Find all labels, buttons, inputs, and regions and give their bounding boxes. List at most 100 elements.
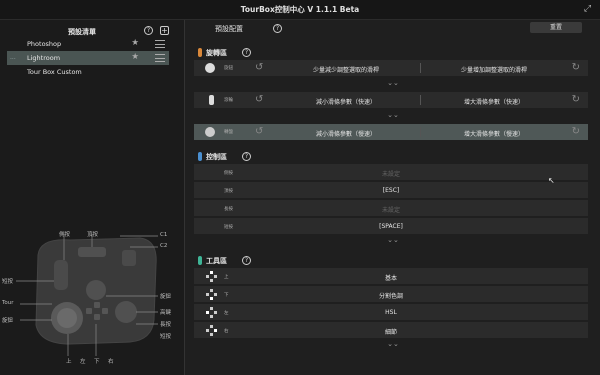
divider: [420, 127, 421, 137]
drag-handle-icon[interactable]: [155, 40, 165, 48]
device-label: 左: [80, 359, 86, 365]
preset-item-photoshop[interactable]: Photoshop ★: [7, 37, 169, 51]
help-icon[interactable]: ?: [242, 256, 251, 265]
device-label: Tour: [2, 300, 14, 306]
expand-icon[interactable]: ⤢: [582, 4, 593, 15]
preset-name: Lightroom: [27, 54, 61, 62]
tab-bar: 預設配置 ? 重置: [186, 20, 600, 36]
action-value[interactable]: [SPACE]: [240, 223, 542, 230]
device-label: 長按: [160, 322, 172, 328]
rotate-ccw-icon: ↺: [255, 126, 264, 137]
drag-handle-icon[interactable]: [155, 54, 165, 62]
ccw-action[interactable]: 減小滑條參數（慢速）: [274, 129, 418, 138]
device-label: 短按: [2, 279, 14, 285]
dpad-up-icon: [206, 271, 217, 282]
preset-panel: 預設清單 ? + Photoshop ★ ... Lightroom ★ Tou…: [0, 20, 185, 375]
tool-row[interactable]: 右 細節: [194, 322, 588, 339]
preset-item-tour-box-custom[interactable]: Tour Box Custom: [7, 65, 169, 79]
action-value[interactable]: 未設定: [240, 169, 542, 178]
control-label: 上: [224, 275, 229, 280]
device-label: 下: [94, 359, 100, 365]
rotate-cw-icon: ↻: [571, 62, 580, 73]
chevron-down-icon[interactable]: ⌄⌄: [186, 80, 600, 87]
knob-icon: [205, 63, 215, 73]
ccw-action[interactable]: 少量減少調整選取的滑桿: [274, 65, 418, 74]
preset-list: Photoshop ★ ... Lightroom ★ Tour Box Cus…: [7, 37, 169, 79]
control-label: 短按: [224, 225, 233, 230]
device-label: C2: [160, 243, 168, 249]
rotate-cw-icon: ↻: [571, 94, 580, 105]
control-label: 頂按: [224, 189, 233, 194]
star-icon[interactable]: ★: [131, 52, 139, 62]
knob-row[interactable]: 轉盤 ↺ 減小滑條參數（慢速） 增大滑條參數（慢速） ↻: [194, 124, 588, 140]
preset-item-lightroom[interactable]: ... Lightroom ★: [7, 51, 169, 65]
divider: [420, 95, 421, 105]
preset-name: Photoshop: [27, 40, 62, 48]
help-icon[interactable]: ?: [144, 26, 153, 35]
chevron-down-icon[interactable]: ⌄⌄: [186, 112, 600, 119]
device-diagram: 側按 頂按 C1 C2 短按 旋鈕 Tour 高鍵 上 左 下 右 旋鈕 長按 …: [0, 220, 185, 375]
action-value[interactable]: [ESC]: [240, 187, 542, 194]
title-bar: TourBox控制中心 V 1.1.1 Beta ⤢: [0, 0, 600, 20]
action-value[interactable]: 分割色調: [240, 291, 542, 300]
chevron-down-icon[interactable]: ⌄⌄: [186, 237, 600, 244]
dpad-left-icon: [206, 307, 217, 318]
window-title: TourBox控制中心 V 1.1.1 Beta: [240, 5, 360, 14]
section-title: 旋轉區: [206, 49, 227, 57]
control-row[interactable]: 短按 [SPACE]: [194, 218, 588, 235]
device-label: C1: [160, 232, 168, 238]
control-row[interactable]: 側按 未設定: [194, 164, 588, 181]
help-icon[interactable]: ?: [242, 152, 251, 161]
device-label: 側按: [59, 232, 71, 238]
tab-default-config[interactable]: 預設配置: [215, 24, 243, 34]
action-value[interactable]: 基本: [240, 273, 542, 282]
section-color-bar: [198, 152, 202, 161]
control-label: 旋鈕: [224, 66, 233, 71]
action-value[interactable]: 未設定: [240, 205, 542, 214]
config-panel: 預設配置 ? 重置 旋轉區 ? 旋鈕 ↺ 少量減少調整選取的滑桿 少量增加調整選…: [186, 20, 600, 375]
rotate-cw-icon: ↻: [571, 126, 580, 137]
control-label: 下: [224, 293, 229, 298]
cw-action[interactable]: 少量增加調整選取的滑桿: [422, 65, 566, 74]
action-value[interactable]: HSL: [240, 309, 542, 316]
control-label: 右: [224, 329, 229, 334]
mouse-cursor-icon: ↖: [548, 176, 555, 185]
device-label: 上: [66, 359, 72, 365]
tool-row[interactable]: 左 HSL: [194, 304, 588, 321]
cw-action[interactable]: 增大滑條參數（慢速）: [422, 129, 566, 138]
help-icon[interactable]: ?: [242, 48, 251, 57]
control-row[interactable]: 頂按 [ESC]: [194, 182, 588, 199]
rotate-ccw-icon: ↺: [255, 62, 264, 73]
tourbox-device-icon: [16, 234, 158, 356]
action-value[interactable]: 細節: [240, 327, 542, 336]
help-icon[interactable]: ?: [273, 24, 282, 33]
section-title: 控制區: [206, 153, 227, 161]
tool-row[interactable]: 上 基本: [194, 268, 588, 285]
ccw-action[interactable]: 減小滑條參數（快速）: [274, 97, 418, 106]
star-icon[interactable]: ★: [131, 38, 139, 48]
add-preset-icon[interactable]: +: [160, 26, 169, 35]
device-label: 旋鈕: [160, 294, 172, 300]
section-color-bar: [198, 48, 202, 57]
scroll-icon: [209, 95, 214, 105]
chevron-down-icon[interactable]: ⌄⌄: [186, 341, 600, 348]
preset-list-title: 預設清單: [68, 28, 96, 36]
control-label: 左: [224, 311, 229, 316]
device-label: 高鍵: [160, 310, 172, 316]
reset-button[interactable]: 重置: [530, 22, 582, 33]
tool-row[interactable]: 下 分割色調: [194, 286, 588, 303]
section-color-bar: [198, 256, 202, 265]
dial-icon: [205, 127, 215, 137]
app-window: TourBox控制中心 V 1.1.1 Beta ⤢ 預設清單 ? + Phot…: [0, 0, 600, 375]
device-label: 頂按: [87, 232, 99, 238]
active-dots: ...: [10, 54, 16, 61]
control-row[interactable]: 長按 未設定: [194, 200, 588, 217]
section-title: 工具區: [206, 257, 227, 265]
device-label: 右: [108, 359, 114, 365]
cw-action[interactable]: 增大滑條參數（快速）: [422, 97, 566, 106]
control-label: 轉盤: [224, 130, 233, 135]
device-label: 短按: [160, 334, 172, 340]
knob-row[interactable]: 旋鈕 ↺ 少量減少調整選取的滑桿 少量增加調整選取的滑桿 ↻: [194, 60, 588, 76]
knob-row[interactable]: 滾輪 ↺ 減小滑條參數（快速） 增大滑條參數（快速） ↻: [194, 92, 588, 108]
divider: [420, 63, 421, 73]
